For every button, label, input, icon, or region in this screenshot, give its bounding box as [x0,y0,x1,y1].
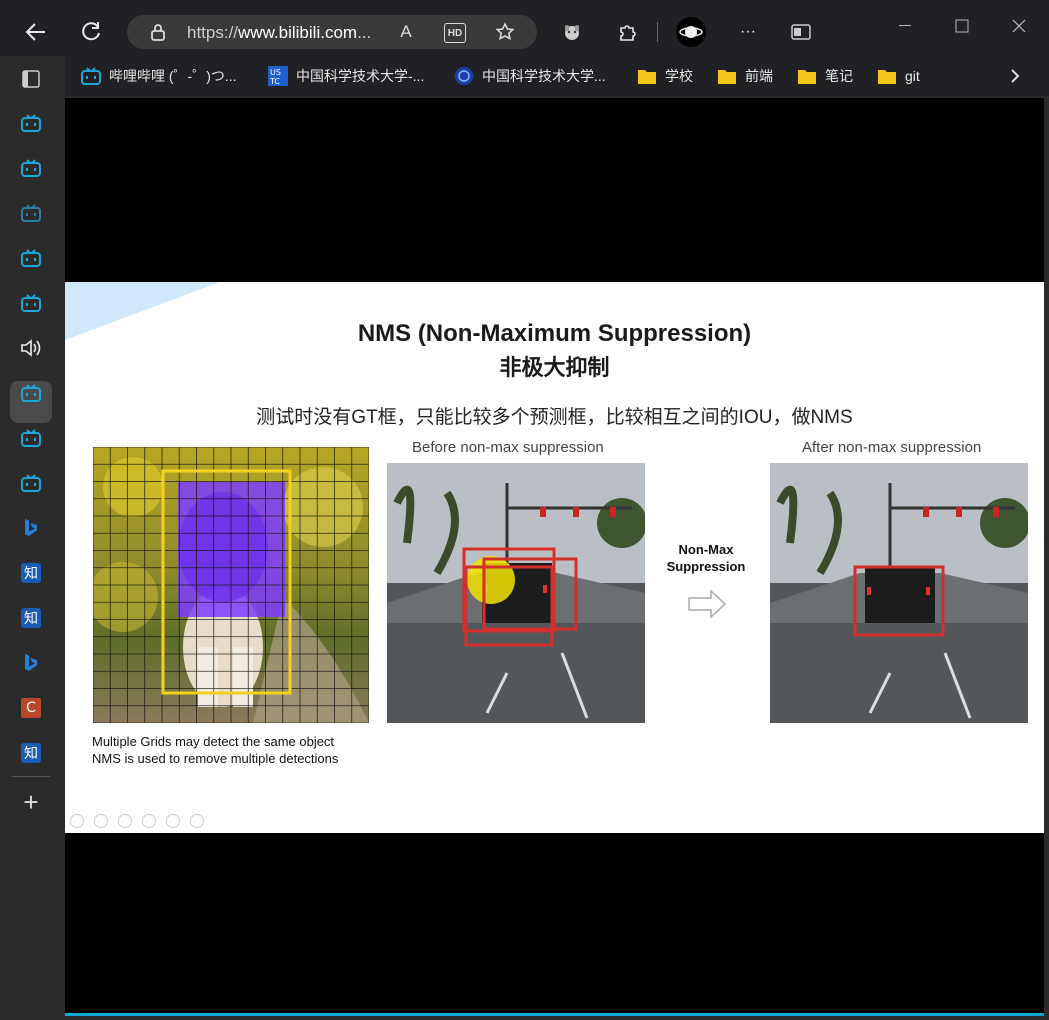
vertical-tabs-sidebar: 知知C知 + [0,56,62,1020]
bookmark-folder-git[interactable]: git [877,65,920,87]
slide-pen-icon[interactable] [118,814,132,828]
bookmark-folder-notes[interactable]: 笔记 [797,65,853,87]
bilibili-tab-icon[interactable] [16,288,46,318]
bilibili-tab-icon[interactable] [16,243,46,273]
bilibili-tab-icon[interactable] [16,378,46,408]
bilibili-tab-icon[interactable] [16,468,46,498]
minimize-icon [899,25,911,26]
bilibili-tab-icon[interactable] [16,198,46,228]
tab-actions-icon[interactable] [16,64,46,94]
bookmark-label: 前端 [745,68,773,84]
more-menu-button[interactable]: ··· [728,12,768,52]
bookmark-label: 学校 [665,68,693,84]
bilibili-tab-icon[interactable] [16,153,46,183]
slide-next-icon[interactable] [94,814,108,828]
c-site-label: C [21,698,41,718]
bookmark-label: 哔哩哔哩 (゜-゜)つ... [109,68,237,84]
bilibili-tab-icon[interactable] [16,423,46,453]
bookmark-label: 笔记 [825,68,853,84]
slide-more-icon[interactable] [190,814,204,828]
folder-icon [717,66,737,86]
address-bar[interactable]: https://www.bilibili.com... A HD [127,15,537,49]
maximize-button[interactable] [947,14,977,38]
read-aloud-icon[interactable]: A [395,21,417,43]
bookmark-label: git [905,68,920,84]
bookmark-label: 中国科学技术大学... [482,68,606,84]
bookmark-bilibili[interactable]: 哔哩哔哩 (゜-゜)つ... [81,65,237,87]
sidebar-toggle-icon[interactable] [781,12,821,52]
refresh-icon [82,22,100,41]
before-nms-image [387,463,645,723]
after-caption: After non-max suppression [802,439,982,456]
toolbar-divider [657,22,658,42]
slide-zoom-icon[interactable] [166,814,180,828]
planet-avatar-icon [676,17,706,47]
back-button[interactable] [16,12,56,52]
zhihu-label: 知 [21,608,41,628]
bing-icon[interactable] [16,513,46,543]
bing-icon[interactable] [16,648,46,678]
after-nms-image [770,463,1028,723]
zhihu-icon[interactable]: 知 [16,738,46,768]
favorite-star-icon[interactable] [494,21,516,43]
extensions-puzzle-icon[interactable] [607,12,647,52]
non-max-label: Non-Max Suppression [660,541,752,575]
grid-note-line-2: NMS is used to remove multiple detection… [92,751,339,766]
zhihu-label: 知 [21,563,41,583]
zhihu-icon[interactable]: 知 [16,603,46,633]
video-progress-bar[interactable] [65,1013,1044,1016]
new-tab-button[interactable]: + [16,787,46,817]
extension-dog-icon[interactable] [552,12,592,52]
ustc-icon: US TC [268,66,288,86]
browser-titlebar: https://www.bilibili.com... A HD ··· [0,0,1049,56]
before-caption: Before non-max suppression [412,439,604,456]
slide-prev-icon[interactable] [70,814,84,828]
maximize-icon [955,19,969,33]
bookmark-ustc-1[interactable]: US TC 中国科学技术大学-... [268,65,424,87]
sidebar-divider [12,776,50,777]
zhihu-label: 知 [21,743,41,763]
profile-avatar[interactable] [671,12,711,52]
bookmark-ustc-2[interactable]: 中国科学技术大学... [454,65,606,87]
ustc-seal-icon [454,66,474,86]
back-arrow-icon [25,23,45,41]
bookmarks-overflow-button[interactable] [1010,65,1020,87]
slide-grid-icon[interactable] [142,814,156,828]
non-max-label-line-2: Suppression [666,559,746,574]
bilibili-icon [81,66,101,86]
slide-description: 测试时没有GT框，只能比较多个预测框，比较相互之间的IOU，做NMS [256,407,853,428]
folder-icon [877,66,897,86]
url-text[interactable]: https://www.bilibili.com... [187,23,371,43]
bookmark-folder-frontend[interactable]: 前端 [717,65,773,87]
svg-text:TC: TC [269,77,280,86]
grid-note-line-1: Multiple Grids may detect the same objec… [92,734,335,749]
chevron-right-icon [1011,69,1020,83]
right-arrow-icon [688,589,727,619]
folder-icon [797,66,817,86]
slide-subtitle: 非极大抑制 [499,355,610,380]
lock-icon[interactable] [147,21,169,43]
close-button[interactable] [1004,14,1034,38]
bookmark-folder-school[interactable]: 学校 [637,65,693,87]
non-max-label-line-1: Non-Max [678,542,734,557]
bookmarks-bar: 哔哩哔哩 (゜-゜)つ... US TC 中国科学技术大学-... 中国科学技术大… [65,56,1049,96]
zhihu-icon[interactable]: 知 [16,558,46,588]
dog-grid-image [93,447,369,723]
svg-text:US: US [270,68,281,77]
refresh-button[interactable] [71,12,111,52]
folder-icon [637,66,657,86]
hd-icon[interactable]: HD [444,23,466,43]
c-site-icon[interactable]: C [16,693,46,723]
minimize-button[interactable] [890,14,920,38]
bilibili-tab-icon[interactable] [16,108,46,138]
lecture-slide: NMS (Non-Maximum Suppression) 非极大抑制 测试时没… [65,282,1044,833]
speaker-icon[interactable] [16,333,46,363]
close-icon [1012,19,1026,33]
bookmark-label: 中国科学技术大学-... [296,68,425,84]
slide-title: NMS (Non-Maximum Suppression) [357,320,752,347]
